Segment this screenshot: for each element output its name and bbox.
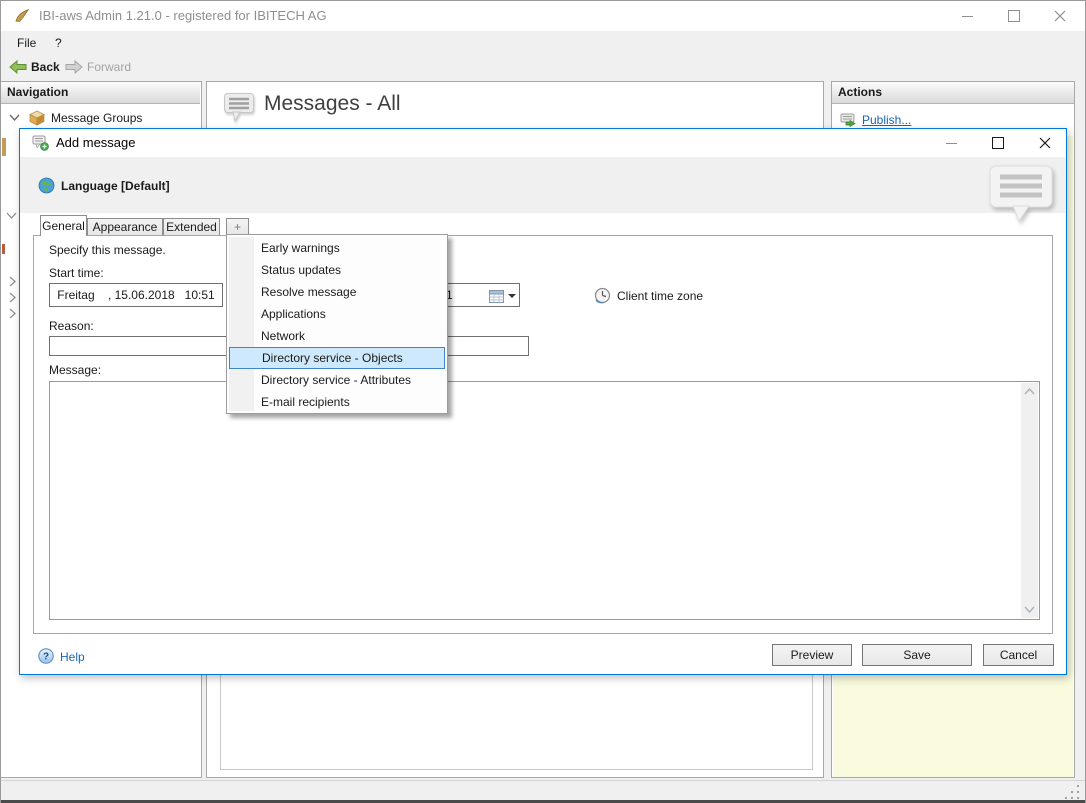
tab-extended[interactable]: Extended	[163, 218, 220, 235]
menu-item-file[interactable]: File	[9, 31, 44, 55]
close-icon	[1054, 10, 1066, 22]
actions-panel-header: Actions	[832, 82, 1074, 104]
calendar-dropdown-button[interactable]	[489, 287, 519, 304]
toolbar	[1, 55, 1085, 80]
menu-item-applications[interactable]: Applications	[229, 303, 445, 325]
start-time-picker[interactable]: Freitag , 15.06.2018 10:51	[49, 283, 223, 307]
scroll-up-icon[interactable]	[1024, 388, 1035, 395]
close-button[interactable]	[1037, 1, 1082, 31]
partial-tree-icon	[2, 138, 6, 156]
category-dropdown-menu: Early warnings Status updates Resolve me…	[226, 234, 448, 414]
back-button[interactable]: Back	[31, 55, 60, 80]
tab-general[interactable]: General	[40, 215, 87, 236]
sidebar-item-label: Message Groups	[51, 111, 142, 125]
dialog-maximize-button[interactable]	[978, 129, 1018, 157]
forward-icon[interactable]	[65, 60, 83, 74]
minimize-icon	[962, 16, 973, 17]
resize-grip-icon[interactable]	[1065, 797, 1067, 799]
help-icon[interactable]: ?	[38, 648, 54, 664]
partial-tree-icon	[2, 244, 5, 254]
chevron-right-icon[interactable]	[9, 292, 18, 303]
scrollbar[interactable]	[1021, 383, 1038, 618]
language-strip: Language [Default]	[20, 157, 1066, 213]
message-groups-icon	[29, 110, 45, 126]
cancel-button[interactable]: Cancel	[983, 644, 1054, 666]
sidebar-item-message-groups[interactable]: Message Groups	[1, 108, 200, 128]
navigation-panel-header: Navigation	[1, 82, 200, 104]
messages-icon	[223, 92, 255, 123]
menu-item-early-warnings[interactable]: Early warnings	[229, 237, 445, 259]
window-titlebar: IBI-aws Admin 1.21.0 - registered for IB…	[1, 1, 1085, 31]
add-message-dialog: Add message Language [Default]	[19, 128, 1067, 675]
chevron-right-icon[interactable]	[9, 276, 18, 287]
menu-bar	[1, 31, 1085, 55]
menu-item-email-recipients[interactable]: E-mail recipients	[229, 391, 445, 413]
app-icon	[14, 8, 30, 24]
add-message-icon	[32, 135, 49, 151]
dialog-minimize-button[interactable]	[931, 129, 971, 157]
minimize-button[interactable]	[945, 1, 990, 31]
menu-item-directory-service-objects[interactable]: Directory service - Objects	[229, 347, 445, 369]
end-time-picker[interactable]: 1	[440, 283, 520, 307]
svg-text:?: ?	[43, 652, 49, 663]
preview-button[interactable]: Preview	[772, 644, 852, 666]
main-window: IBI-aws Admin 1.21.0 - registered for IB…	[0, 0, 1086, 803]
reason-label: Reason:	[49, 319, 94, 333]
close-icon	[1039, 137, 1051, 149]
chevron-down-icon[interactable]	[9, 114, 20, 122]
dialog-title: Add message	[56, 129, 136, 157]
start-time-label: Start time:	[49, 266, 104, 280]
client-time-zone-label: Client time zone	[617, 289, 703, 303]
help-link[interactable]: Help	[60, 650, 85, 664]
menu-item-directory-service-attributes[interactable]: Directory service - Attributes	[229, 369, 445, 391]
message-watermark-icon	[988, 164, 1056, 224]
tab-add-plus[interactable]: +	[226, 218, 249, 235]
menu-item-help[interactable]: ?	[47, 31, 70, 55]
forward-button[interactable]: Forward	[87, 55, 131, 80]
menu-item-resolve-message[interactable]: Resolve message	[229, 281, 445, 303]
scroll-down-icon[interactable]	[1024, 606, 1035, 613]
maximize-icon	[992, 137, 1004, 149]
tab-appearance[interactable]: Appearance	[87, 218, 163, 235]
message-textarea[interactable]	[49, 381, 1040, 620]
publish-icon	[840, 113, 857, 128]
menu-item-status-updates[interactable]: Status updates	[229, 259, 445, 281]
client-time-zone-icon	[594, 287, 611, 304]
dialog-titlebar: Add message	[20, 129, 1066, 157]
calendar-icon	[489, 289, 504, 303]
maximize-button[interactable]	[991, 1, 1036, 31]
minimize-icon	[946, 143, 957, 144]
publish-link[interactable]: Publish...	[862, 113, 911, 127]
chevron-down-icon	[508, 294, 516, 298]
maximize-icon	[1008, 10, 1020, 22]
language-globe-icon	[38, 177, 55, 194]
message-label: Message:	[49, 363, 101, 377]
back-icon[interactable]	[9, 60, 27, 74]
status-bar	[1, 780, 1085, 801]
window-title: IBI-aws Admin 1.21.0 - registered for IB…	[39, 1, 327, 31]
chevron-right-icon[interactable]	[9, 308, 18, 319]
tab-description: Specify this message.	[49, 243, 166, 257]
language-label: Language [Default]	[61, 179, 170, 193]
save-button[interactable]: Save	[862, 644, 972, 666]
menu-item-network[interactable]: Network	[229, 325, 445, 347]
dialog-close-button[interactable]	[1025, 129, 1065, 157]
page-title: Messages - All	[264, 92, 401, 116]
chevron-down-icon[interactable]	[6, 212, 17, 220]
